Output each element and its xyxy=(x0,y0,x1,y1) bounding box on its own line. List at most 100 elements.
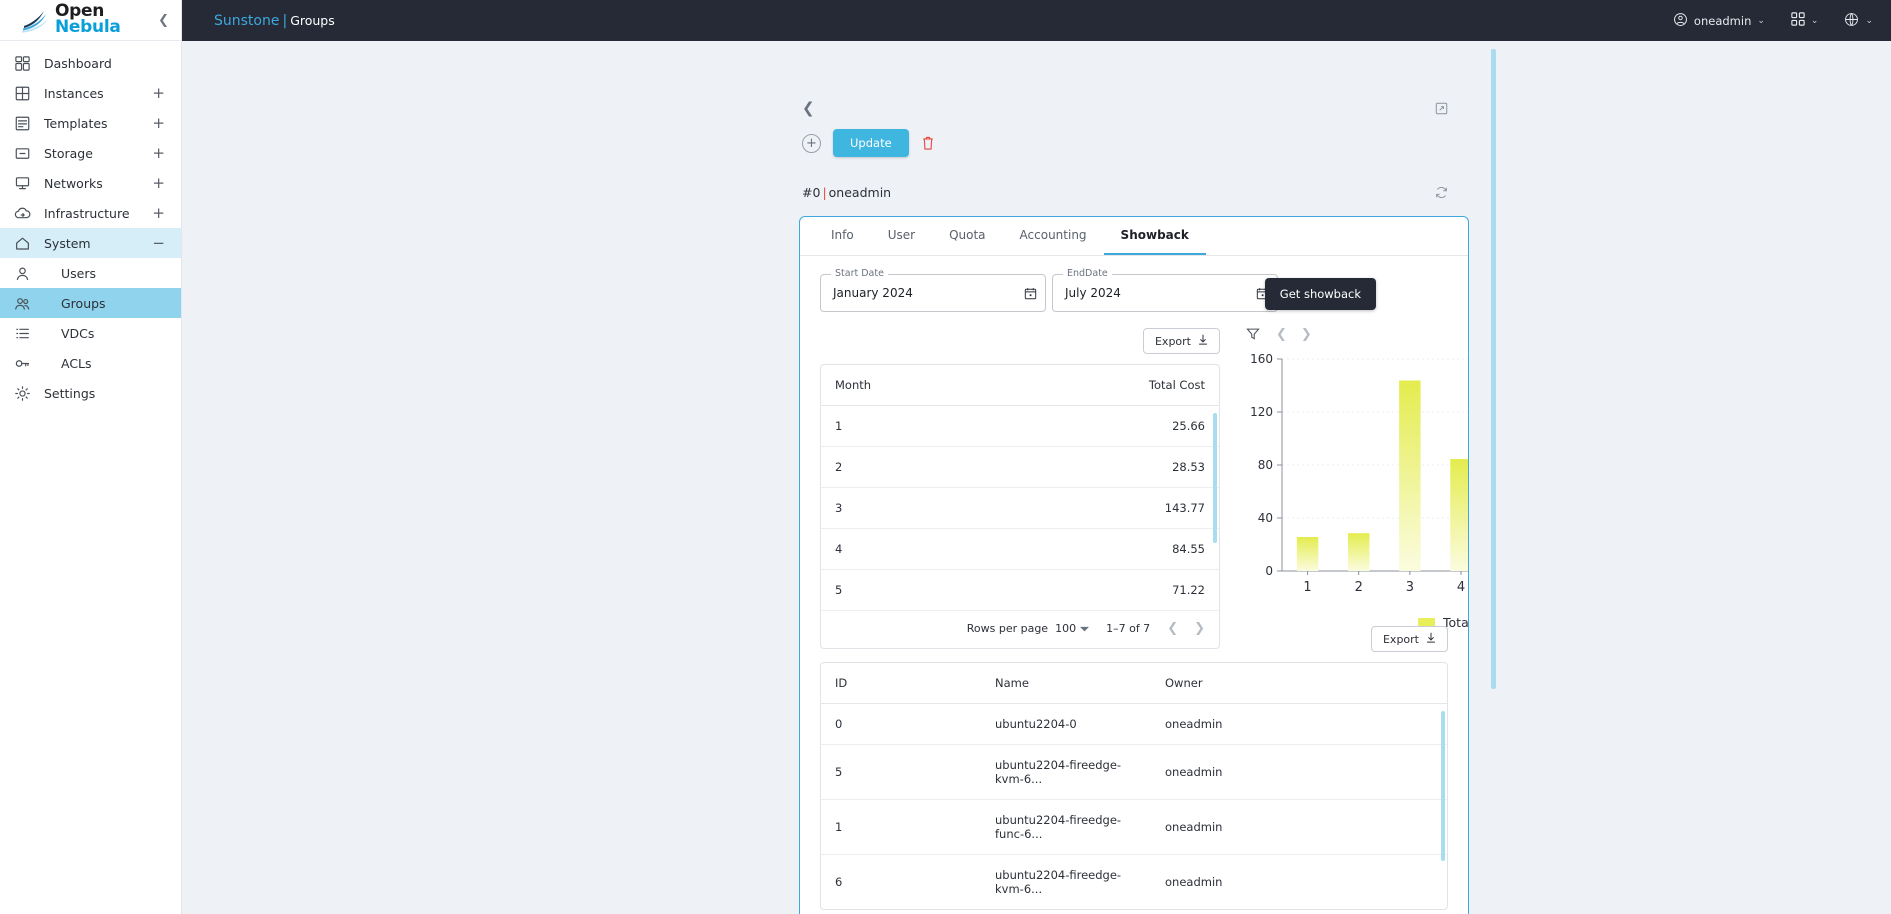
showback-chart-section: ❮ ❯ Export xyxy=(1246,321,1468,630)
sidebar-item-vdcs[interactable]: VDCs xyxy=(0,318,181,348)
templates-icon xyxy=(0,115,44,132)
storage-icon xyxy=(0,145,44,162)
table-row[interactable]: 4 84.55 xyxy=(821,528,1219,570)
svg-text:1: 1 xyxy=(1303,580,1311,595)
user-icon xyxy=(0,265,44,282)
sidebar-item-acls[interactable]: ACLs xyxy=(0,348,181,378)
sidebar-item-system[interactable]: System − xyxy=(0,228,181,258)
tab-info[interactable]: Info xyxy=(814,217,871,255)
breadcrumb-page: Groups xyxy=(290,12,335,28)
sidebar-item-storage[interactable]: Storage + xyxy=(0,138,181,168)
sidebar-expand-toggle[interactable]: − xyxy=(152,235,165,251)
get-showback-button[interactable]: Get showback xyxy=(1264,278,1376,310)
brand-wordmark: Open Nebula xyxy=(55,3,121,35)
page-scrollbar[interactable] xyxy=(1491,49,1496,689)
column-header-cost[interactable]: Cost xyxy=(1336,663,1447,704)
sidebar-item-label: System xyxy=(44,235,91,251)
table-row[interactable]: 3 143.77 xyxy=(821,487,1219,529)
column-header-total-cost[interactable]: Total Cost xyxy=(1020,365,1219,406)
sidebar-expand-toggle[interactable]: + xyxy=(152,175,165,191)
cell-owner: oneadmin xyxy=(1151,799,1336,855)
cell-name: ubuntu2204-fireedge-kvm-6... xyxy=(995,868,1122,896)
table-row[interactable]: 1ubuntu2204-fireedge-func-6...oneadmin23… xyxy=(821,799,1447,855)
start-date-field[interactable]: Start Date January 2024 xyxy=(820,268,1046,312)
tab-quota[interactable]: Quota xyxy=(932,217,1002,255)
sidebar-expand-toggle[interactable]: + xyxy=(152,205,165,221)
tab-user[interactable]: User xyxy=(871,217,932,255)
sidebar-item-templates[interactable]: Templates + xyxy=(0,108,181,138)
user-menu-label: oneadmin xyxy=(1693,13,1752,28)
tab-accounting[interactable]: Accounting xyxy=(1003,217,1104,255)
table-row[interactable]: 5ubuntu2204-fireedge-kvm-6...oneadmin21.… xyxy=(821,744,1447,800)
start-date-label: Start Date xyxy=(831,268,888,279)
chevron-down-icon: ⌄ xyxy=(1810,15,1819,26)
detail-export-row: Export xyxy=(820,626,1448,652)
column-header-id[interactable]: ID xyxy=(821,663,981,704)
update-button[interactable]: Update xyxy=(833,129,909,157)
instances-icon xyxy=(0,85,44,102)
funnel-icon[interactable] xyxy=(1246,327,1260,341)
chevron-down-icon: ⌄ xyxy=(1757,15,1765,26)
table-row[interactable]: 2 28.53 xyxy=(821,446,1219,488)
sidebar-item-infrastructure[interactable]: Infrastructure + xyxy=(0,198,181,228)
back-button[interactable]: ❮ xyxy=(802,99,815,117)
brand-logo[interactable]: Open Nebula ❮ xyxy=(0,0,181,41)
user-menu-button[interactable]: oneadmin ⌄ xyxy=(1673,12,1765,30)
content-area: ❮ + Update #0 | oneadmin Info User Quota… xyxy=(182,41,1891,914)
tab-label: Info xyxy=(831,228,854,242)
language-menu-button[interactable]: ⌄ xyxy=(1844,12,1873,30)
refresh-icon[interactable] xyxy=(1434,185,1449,204)
networks-icon xyxy=(0,175,44,192)
calendar-icon[interactable] xyxy=(1024,287,1037,300)
cell-month: 2 xyxy=(821,446,1020,488)
sidebar-item-networks[interactable]: Networks + xyxy=(0,168,181,198)
resource-id: #0 xyxy=(802,185,821,200)
sidebar-expand-toggle[interactable]: + xyxy=(152,85,165,101)
monthly-table-body: 1 25.66 2 28.53 3 143.77 4 84.55 5 71.22 xyxy=(821,405,1219,611)
sidebar-item-dashboard[interactable]: Dashboard xyxy=(0,48,181,78)
end-date-label: EndDate xyxy=(1063,268,1112,279)
detail-table-scrollbar[interactable] xyxy=(1441,711,1445,861)
dashboard-icon xyxy=(0,55,44,72)
sidebar-item-label: Templates xyxy=(44,115,108,131)
showback-tab-body: Start Date January 2024 EndDate July 202… xyxy=(800,256,1468,914)
table-row[interactable]: 5 71.22 xyxy=(821,570,1219,611)
table-row[interactable]: 0ubuntu2204-0oneadmin4.330.01 xyxy=(821,703,1447,745)
expand-panel-icon[interactable] xyxy=(1434,101,1449,120)
cell-cost: 23.43 xyxy=(1336,799,1447,855)
export-detail-button[interactable]: Export xyxy=(1370,626,1448,652)
sidebar-item-instances[interactable]: Instances + xyxy=(0,78,181,108)
sidebar-item-label: Groups xyxy=(61,295,106,311)
apps-menu-button[interactable]: ⌄ xyxy=(1791,12,1819,29)
tab-showback[interactable]: Showback xyxy=(1103,217,1206,255)
sidebar-collapse-icon[interactable]: ❮ xyxy=(158,13,169,28)
export-monthly-button[interactable]: Export xyxy=(1142,328,1220,354)
infrastructure-icon xyxy=(0,205,44,222)
trash-icon[interactable] xyxy=(921,135,935,151)
list-icon xyxy=(0,325,44,342)
download-icon xyxy=(1426,632,1436,646)
chart-prev-icon[interactable]: ❮ xyxy=(1276,327,1287,342)
sidebar-item-settings[interactable]: Settings xyxy=(0,378,181,408)
end-date-field[interactable]: EndDate July 2024 xyxy=(1052,268,1278,312)
sidebar-item-label: Networks xyxy=(44,175,103,191)
sidebar-item-groups[interactable]: Groups xyxy=(0,288,181,318)
column-header-month[interactable]: Month xyxy=(821,365,1020,406)
monthly-table-scrollbar[interactable] xyxy=(1213,413,1217,543)
circle-plus-icon[interactable]: + xyxy=(802,133,821,153)
sidebar-expand-toggle[interactable]: + xyxy=(152,115,165,131)
chart-next-icon[interactable]: ❯ xyxy=(1301,327,1312,342)
sidebar-expand-toggle[interactable]: + xyxy=(152,145,165,161)
table-row[interactable]: 6 ubuntu2204-fireedge-kvm-6... oneadmin 5.1… xyxy=(821,855,1447,910)
detail-table-section: Export ID Name Owner 0 ubuntu2204-0 onea… xyxy=(820,626,1448,910)
column-header-name[interactable]: Name xyxy=(981,663,1151,704)
apps-grid-icon xyxy=(1791,12,1805,29)
sidebar-item-users[interactable]: Users xyxy=(0,258,181,288)
export-label: Export xyxy=(1154,334,1191,348)
sidebar-item-label: Storage xyxy=(44,145,93,161)
table-row[interactable]: 1 25.66 xyxy=(821,405,1219,447)
cell-id: 5 xyxy=(821,744,981,800)
topbar-actions: oneadmin ⌄ ⌄ ⌄ xyxy=(1673,12,1873,30)
column-header-owner[interactable]: Owner xyxy=(1151,663,1336,704)
cell-cost: 5.1 xyxy=(1336,855,1447,910)
